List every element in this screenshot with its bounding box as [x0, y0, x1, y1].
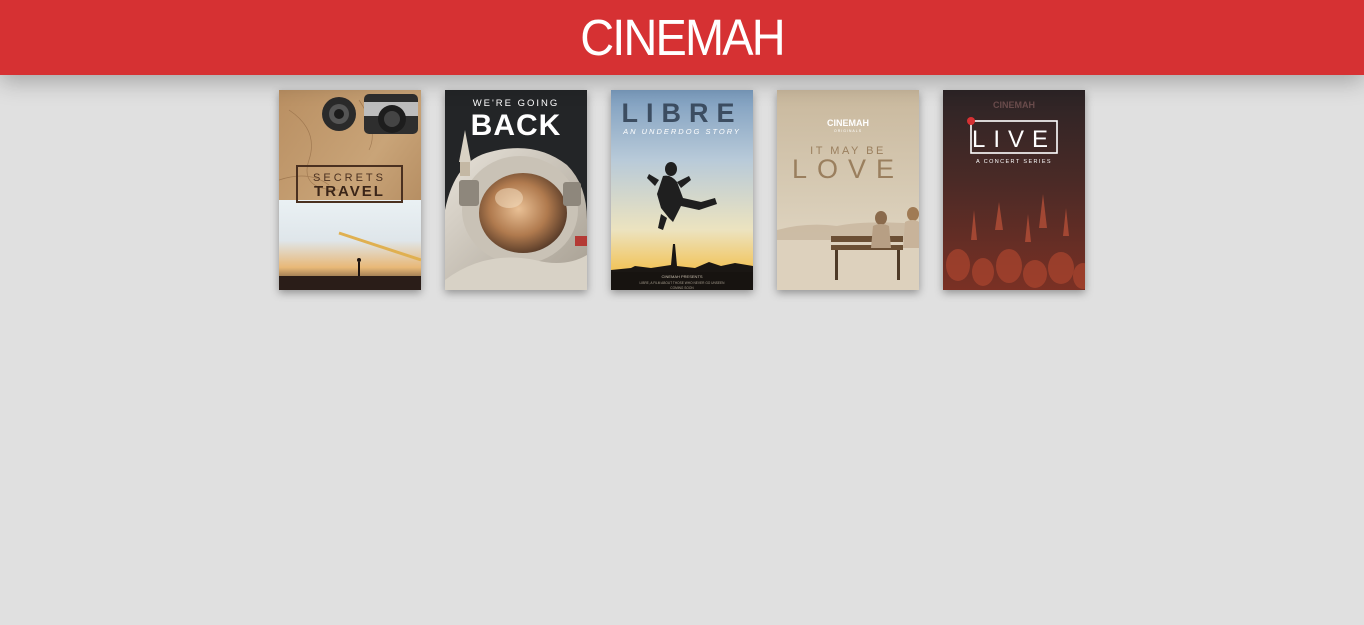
movie-poster-live[interactable]: CINEMAH LIVE A CONCERT SERIES [943, 90, 1085, 290]
app-header: CINEMAH [0, 0, 1364, 75]
poster-title-line2: TRAVEL [314, 183, 385, 200]
movie-poster-were-going-back[interactable]: WE'RE GOING BACK [445, 90, 587, 290]
poster-brand-sub: ORIGINALS [834, 129, 862, 133]
poster-title-line1: LIBRE [622, 98, 743, 128]
movie-poster-it-may-be-love[interactable]: CINEMAH ORIGINALS IT MAY BE LOVE [777, 90, 919, 290]
poster-title-line1: WE'RE GOING [473, 98, 560, 109]
poster-credits-line2: LIBRE, A FILM ABOUT THOSE WHO NEVER GO U… [640, 281, 726, 285]
poster-title-line2: BACK [471, 109, 562, 142]
poster-title-line2: AN UNDERDOG STORY [622, 127, 741, 136]
poster-title-line2: A CONCERT SERIES [976, 159, 1052, 165]
poster-brand: CINEMAH [993, 100, 1035, 110]
poster-credits-line3: COMING SOON [670, 286, 694, 290]
poster-art: SECRETS TRAVEL [279, 90, 421, 290]
poster-art: CINEMAH LIVE A CONCERT SERIES [943, 90, 1085, 290]
poster-brand: CINEMAH [827, 118, 869, 128]
movie-poster-libre[interactable]: LIBRE AN UNDERDOG STORY CINEMAH PRESENTS… [611, 90, 753, 290]
poster-credits-line1: CINEMAH PRESENTS [661, 274, 702, 279]
movie-poster-secrets-travel[interactable]: SECRETS TRAVEL [279, 90, 421, 290]
poster-art: CINEMAH ORIGINALS IT MAY BE LOVE [777, 90, 919, 290]
movie-poster-row: SECRETS TRAVEL WE'RE GOING BACK LIBRE AN… [279, 90, 1085, 290]
poster-art: WE'RE GOING BACK [445, 90, 587, 290]
poster-title-line1: LIVE [972, 126, 1056, 153]
poster-art: LIBRE AN UNDERDOG STORY CINEMAH PRESENTS… [611, 90, 753, 290]
cinemah-logo[interactable]: CINEMAH [55, 10, 1310, 66]
poster-title-line2: LOVE [792, 154, 904, 184]
